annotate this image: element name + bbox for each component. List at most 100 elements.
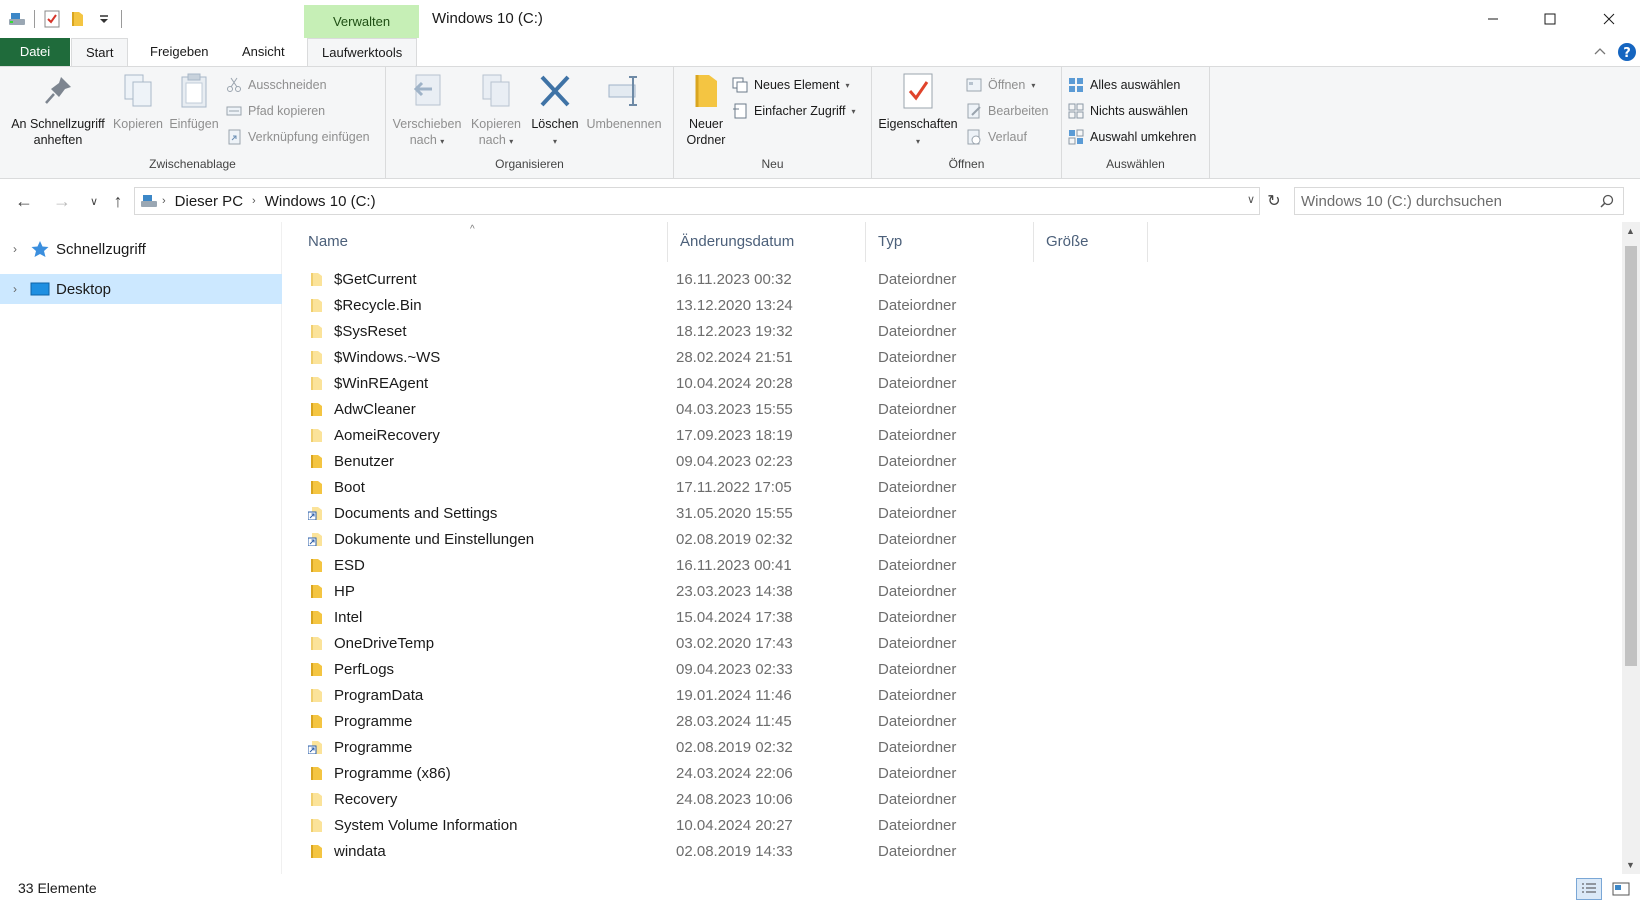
folder-icon	[308, 714, 324, 728]
table-row[interactable]: $GetCurrent 16.11.2023 00:32 Dateiordner	[296, 266, 1296, 293]
table-row[interactable]: AomeiRecovery 17.09.2023 18:19 Dateiordner	[296, 422, 1296, 449]
table-row[interactable]: Programme 02.08.2019 02:32 Dateiordner	[296, 734, 1296, 761]
table-row[interactable]: Programme (x86) 24.03.2024 22:06 Dateiordn…	[296, 760, 1296, 787]
rename-button[interactable]: Umbenennen	[582, 73, 666, 132]
copy-path-button[interactable]: Pfad kopieren	[226, 100, 325, 122]
file-type: Dateiordner	[878, 427, 957, 444]
history-button[interactable]: Verlauf	[966, 126, 1027, 148]
file-date: 18.12.2023 19:32	[676, 323, 793, 340]
back-button[interactable]: ←	[12, 188, 36, 214]
breadcrumb-drive[interactable]: Windows 10 (C:)	[265, 193, 376, 210]
properties-icon	[901, 73, 935, 109]
table-row[interactable]: OneDriveTemp 03.02.2020 17:43 Dateiordner	[296, 630, 1296, 657]
select-none-button[interactable]: Nichts auswählen	[1068, 100, 1188, 122]
tree-label: Schnellzugriff	[56, 240, 146, 258]
column-header-size[interactable]: Größe	[1034, 222, 1148, 262]
table-row[interactable]: System Volume Information 10.04.2024 20:2…	[296, 812, 1296, 839]
table-row[interactable]: $Recycle.Bin 13.12.2020 13:24 Dateiordner	[296, 292, 1296, 319]
table-row[interactable]: HP 23.03.2023 14:38 Dateiordner	[296, 578, 1296, 605]
file-type: Dateiordner	[878, 609, 957, 626]
column-header-type[interactable]: Typ	[866, 222, 1034, 262]
table-row[interactable]: Boot 17.11.2022 17:05 Dateiordner	[296, 474, 1296, 501]
new-folder-icon[interactable]	[69, 10, 87, 28]
tab-start[interactable]: Start	[71, 38, 129, 67]
breadcrumb-dieser-pc[interactable]: Dieser PC	[175, 193, 243, 210]
file-name: ESD	[334, 557, 365, 574]
chevron-right-icon[interactable]: ›	[0, 242, 30, 256]
table-row[interactable]: $SysReset 18.12.2023 19:32 Dateiordner	[296, 318, 1296, 345]
help-button[interactable]: ?	[1617, 42, 1637, 62]
copy-to-button[interactable]: Kopieren nach ▾	[464, 73, 528, 150]
column-header-date[interactable]: Änderungsdatum	[668, 222, 866, 262]
table-row[interactable]: Dokumente und Einstellungen 02.08.2019 02…	[296, 526, 1296, 553]
folder-icon	[308, 350, 324, 364]
easy-access-button[interactable]: Einfacher Zugriff ▾	[732, 100, 856, 122]
table-row[interactable]: ProgramData 19.01.2024 11:46 Dateiordner	[296, 682, 1296, 709]
scroll-down-icon[interactable]: ▼	[1626, 860, 1635, 870]
open-button[interactable]: Öffnen ▾	[966, 74, 1035, 96]
table-row[interactable]: Intel 15.04.2024 17:38 Dateiordner	[296, 604, 1296, 631]
table-row[interactable]: ESD 16.11.2023 00:41 Dateiordner	[296, 552, 1296, 579]
forward-button[interactable]: →	[50, 188, 74, 214]
recent-locations-button[interactable]: ∨	[82, 188, 106, 214]
tab-laufwerktools[interactable]: Laufwerktools	[307, 38, 418, 67]
chevron-right-icon[interactable]: ›	[0, 282, 30, 296]
table-row[interactable]: $WinREAgent 10.04.2024 20:28 Dateiordner	[296, 370, 1296, 397]
cut-button[interactable]: Ausschneiden	[226, 74, 327, 96]
group-auswaehlen: Alles auswählen Nichts auswählen Auswahl…	[1062, 67, 1210, 179]
file-type: Dateiordner	[878, 453, 957, 470]
delete-button[interactable]: Löschen ▾	[528, 73, 582, 150]
table-row[interactable]: Benutzer 09.04.2023 02:23 Dateiordner	[296, 448, 1296, 475]
table-row[interactable]: windata 02.08.2019 14:33 Dateiordner	[296, 838, 1296, 865]
tab-datei[interactable]: Datei	[0, 38, 70, 66]
properties-check-icon[interactable]	[43, 10, 61, 28]
pin-quick-access-button[interactable]: An Schnellzugriff anheften	[6, 73, 110, 148]
new-folder-button[interactable]: Neuer Ordner	[680, 73, 732, 148]
invert-selection-button[interactable]: Auswahl umkehren	[1068, 126, 1196, 148]
search-icon[interactable]	[1599, 193, 1615, 209]
scrollbar-thumb[interactable]	[1625, 246, 1637, 666]
properties-button[interactable]: Eigenschaften ▾	[876, 73, 960, 150]
table-row[interactable]: Programme 28.03.2024 11:45 Dateiordner	[296, 708, 1296, 735]
group-oeffnen: Eigenschaften ▾ Öffnen ▾ Bearbeiten Verlau…	[872, 67, 1062, 179]
edit-button[interactable]: Bearbeiten	[966, 100, 1048, 122]
paste-shortcut-button[interactable]: Verknüpfung einfügen	[226, 126, 370, 148]
copy-button[interactable]: Kopieren	[110, 73, 166, 132]
close-button[interactable]	[1586, 0, 1632, 38]
file-name: $Recycle.Bin	[334, 297, 422, 314]
move-to-button[interactable]: Verschieben nach ▾	[390, 73, 464, 150]
new-item-button[interactable]: Neues Element ▾	[732, 74, 849, 96]
table-row[interactable]: PerfLogs 09.04.2023 02:33 Dateiordner	[296, 656, 1296, 683]
table-row[interactable]: Documents and Settings 31.05.2020 15:55 Da…	[296, 500, 1296, 527]
maximize-button[interactable]	[1527, 0, 1573, 38]
scissors-icon	[226, 77, 242, 93]
table-row[interactable]: Recovery 24.08.2023 10:06 Dateiordner	[296, 786, 1296, 813]
minimize-button[interactable]	[1470, 0, 1516, 38]
up-button[interactable]: ↑	[106, 188, 130, 214]
column-header-name[interactable]: Name ^	[296, 222, 668, 262]
context-tab-verwalten[interactable]: Verwalten	[304, 5, 419, 38]
customize-dropdown-icon[interactable]	[95, 10, 113, 28]
tree-item-desktop[interactable]: › Desktop	[0, 274, 282, 304]
search-input[interactable]	[1295, 188, 1585, 214]
tab-freigeben[interactable]: Freigeben	[136, 38, 223, 66]
scroll-up-icon[interactable]: ▲	[1626, 226, 1635, 236]
paste-button[interactable]: Einfügen	[166, 73, 222, 132]
vertical-scrollbar[interactable]: ▲ ▼	[1622, 222, 1640, 874]
file-type: Dateiordner	[878, 635, 957, 652]
file-date: 24.03.2024 22:06	[676, 765, 793, 782]
minimize-ribbon-button[interactable]	[1592, 44, 1608, 60]
address-dropdown-icon[interactable]: ∨	[1247, 193, 1255, 206]
file-type: Dateiordner	[878, 843, 957, 860]
address-bar[interactable]: › Dieser PC › Windows 10 (C:) ∨	[134, 187, 1260, 215]
table-row[interactable]: AdwCleaner 04.03.2023 15:55 Dateiordner	[296, 396, 1296, 423]
file-name: Programme (x86)	[334, 765, 451, 782]
tree-item-quick-access[interactable]: › Schnellzugriff	[0, 234, 282, 264]
table-row[interactable]: $Windows.~WS 28.02.2024 21:51 Dateiordner	[296, 344, 1296, 371]
details-view-button[interactable]	[1576, 878, 1602, 900]
large-icons-view-button[interactable]	[1608, 878, 1634, 900]
refresh-button[interactable]: ↻	[1262, 188, 1286, 214]
tab-ansicht[interactable]: Ansicht	[228, 38, 299, 66]
file-name: Benutzer	[334, 453, 395, 470]
select-all-button[interactable]: Alles auswählen	[1068, 74, 1180, 96]
